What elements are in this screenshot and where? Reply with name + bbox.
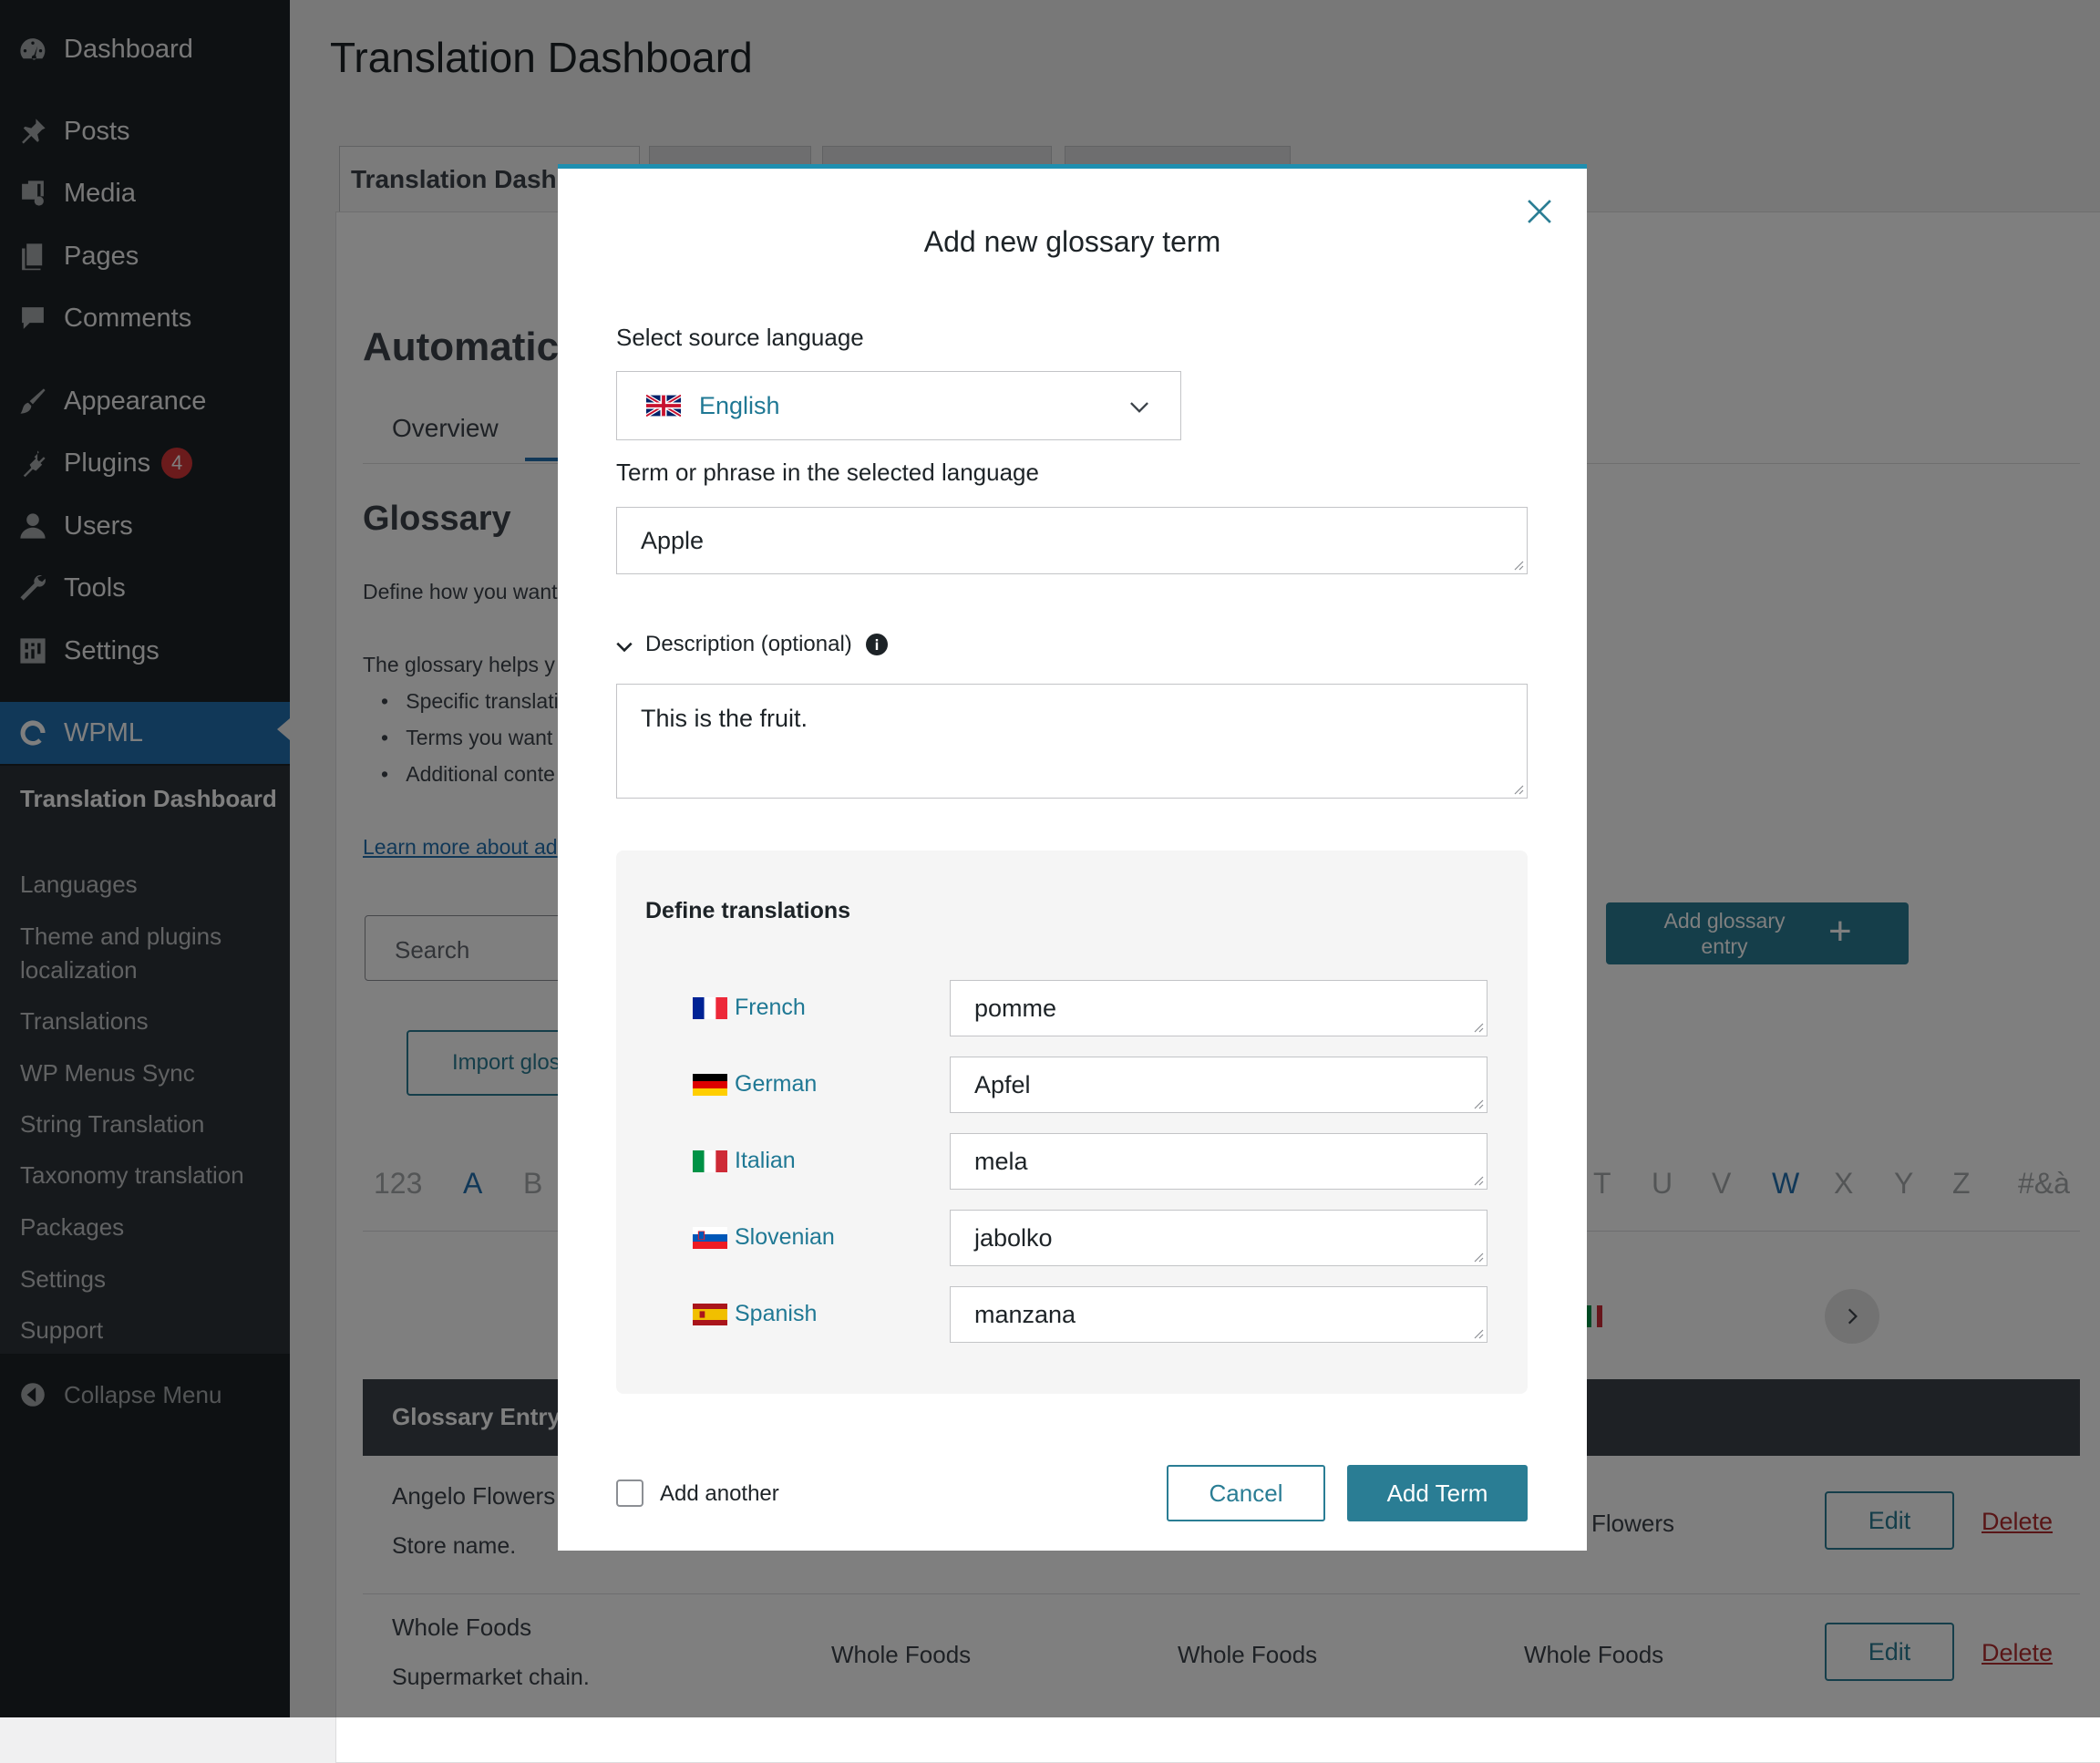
source-language-label: Select source language [616,324,864,351]
modal-title: Add new glossary term [923,225,1221,258]
term-value: Apple [641,526,705,554]
resize-grip-icon[interactable] [1511,782,1524,795]
description-label[interactable]: Description (optional) [645,632,852,657]
chevron-down-icon [1130,402,1148,413]
source-language-value: English [699,391,780,419]
add-another-label[interactable]: Add another [660,1481,779,1507]
translation-row-spanish: Spanish manzana [616,1286,1528,1343]
source-language-select[interactable]: English [616,371,1181,440]
add-another-checkbox[interactable] [616,1479,643,1507]
info-icon[interactable] [866,634,888,655]
close-icon[interactable] [1524,196,1555,227]
translation-row-french: French pomme [616,980,1528,1036]
translation-value: jabolko [974,1223,1053,1252]
add-glossary-term-modal: Add new glossary term Select source lang… [558,164,1587,1551]
term-label: Term or phrase in the selected language [616,459,1039,486]
resize-grip-icon[interactable] [1471,1020,1484,1033]
slovenian-flag-icon [693,1227,727,1249]
define-translations-panel: Define translations French pomme German … [616,851,1528,1394]
translation-value: pomme [974,994,1057,1022]
description-textarea[interactable]: This is the fruit. [616,684,1528,799]
language-name: Italian [735,1148,796,1173]
translation-input-italian[interactable]: mela [950,1133,1488,1190]
term-input[interactable]: Apple [616,507,1528,574]
resize-grip-icon[interactable] [1471,1326,1484,1339]
translation-input-french[interactable]: pomme [950,980,1488,1036]
resize-grip-icon[interactable] [1511,558,1524,571]
add-term-button[interactable]: Add Term [1347,1465,1528,1521]
translation-row-slovenian: Slovenian jabolko [616,1210,1528,1266]
translation-row-german: German Apfel [616,1057,1528,1113]
language-name: German [735,1071,818,1097]
french-flag-icon [693,997,727,1019]
language-name: Spanish [735,1301,818,1326]
german-flag-icon [693,1074,727,1096]
translation-input-spanish[interactable]: manzana [950,1286,1488,1343]
resize-grip-icon[interactable] [1471,1250,1484,1263]
translation-value: manzana [974,1300,1076,1328]
resize-grip-icon[interactable] [1471,1097,1484,1109]
translation-input-german[interactable]: Apfel [950,1057,1488,1113]
language-name: French [735,995,806,1020]
language-name: Slovenian [735,1224,835,1250]
resize-grip-icon[interactable] [1471,1173,1484,1186]
chevron-down-icon[interactable] [614,636,634,656]
translations-heading: Define translations [645,898,851,923]
italian-flag-icon [693,1150,727,1172]
uk-flag-icon [646,395,681,417]
description-value: This is the fruit. [641,705,808,732]
translation-row-italian: Italian mela [616,1133,1528,1190]
cancel-button[interactable]: Cancel [1167,1465,1325,1521]
translation-value: mela [974,1147,1028,1175]
spanish-flag-icon [693,1304,727,1325]
translation-value: Apfel [974,1070,1031,1098]
translation-input-slovenian[interactable]: jabolko [950,1210,1488,1266]
